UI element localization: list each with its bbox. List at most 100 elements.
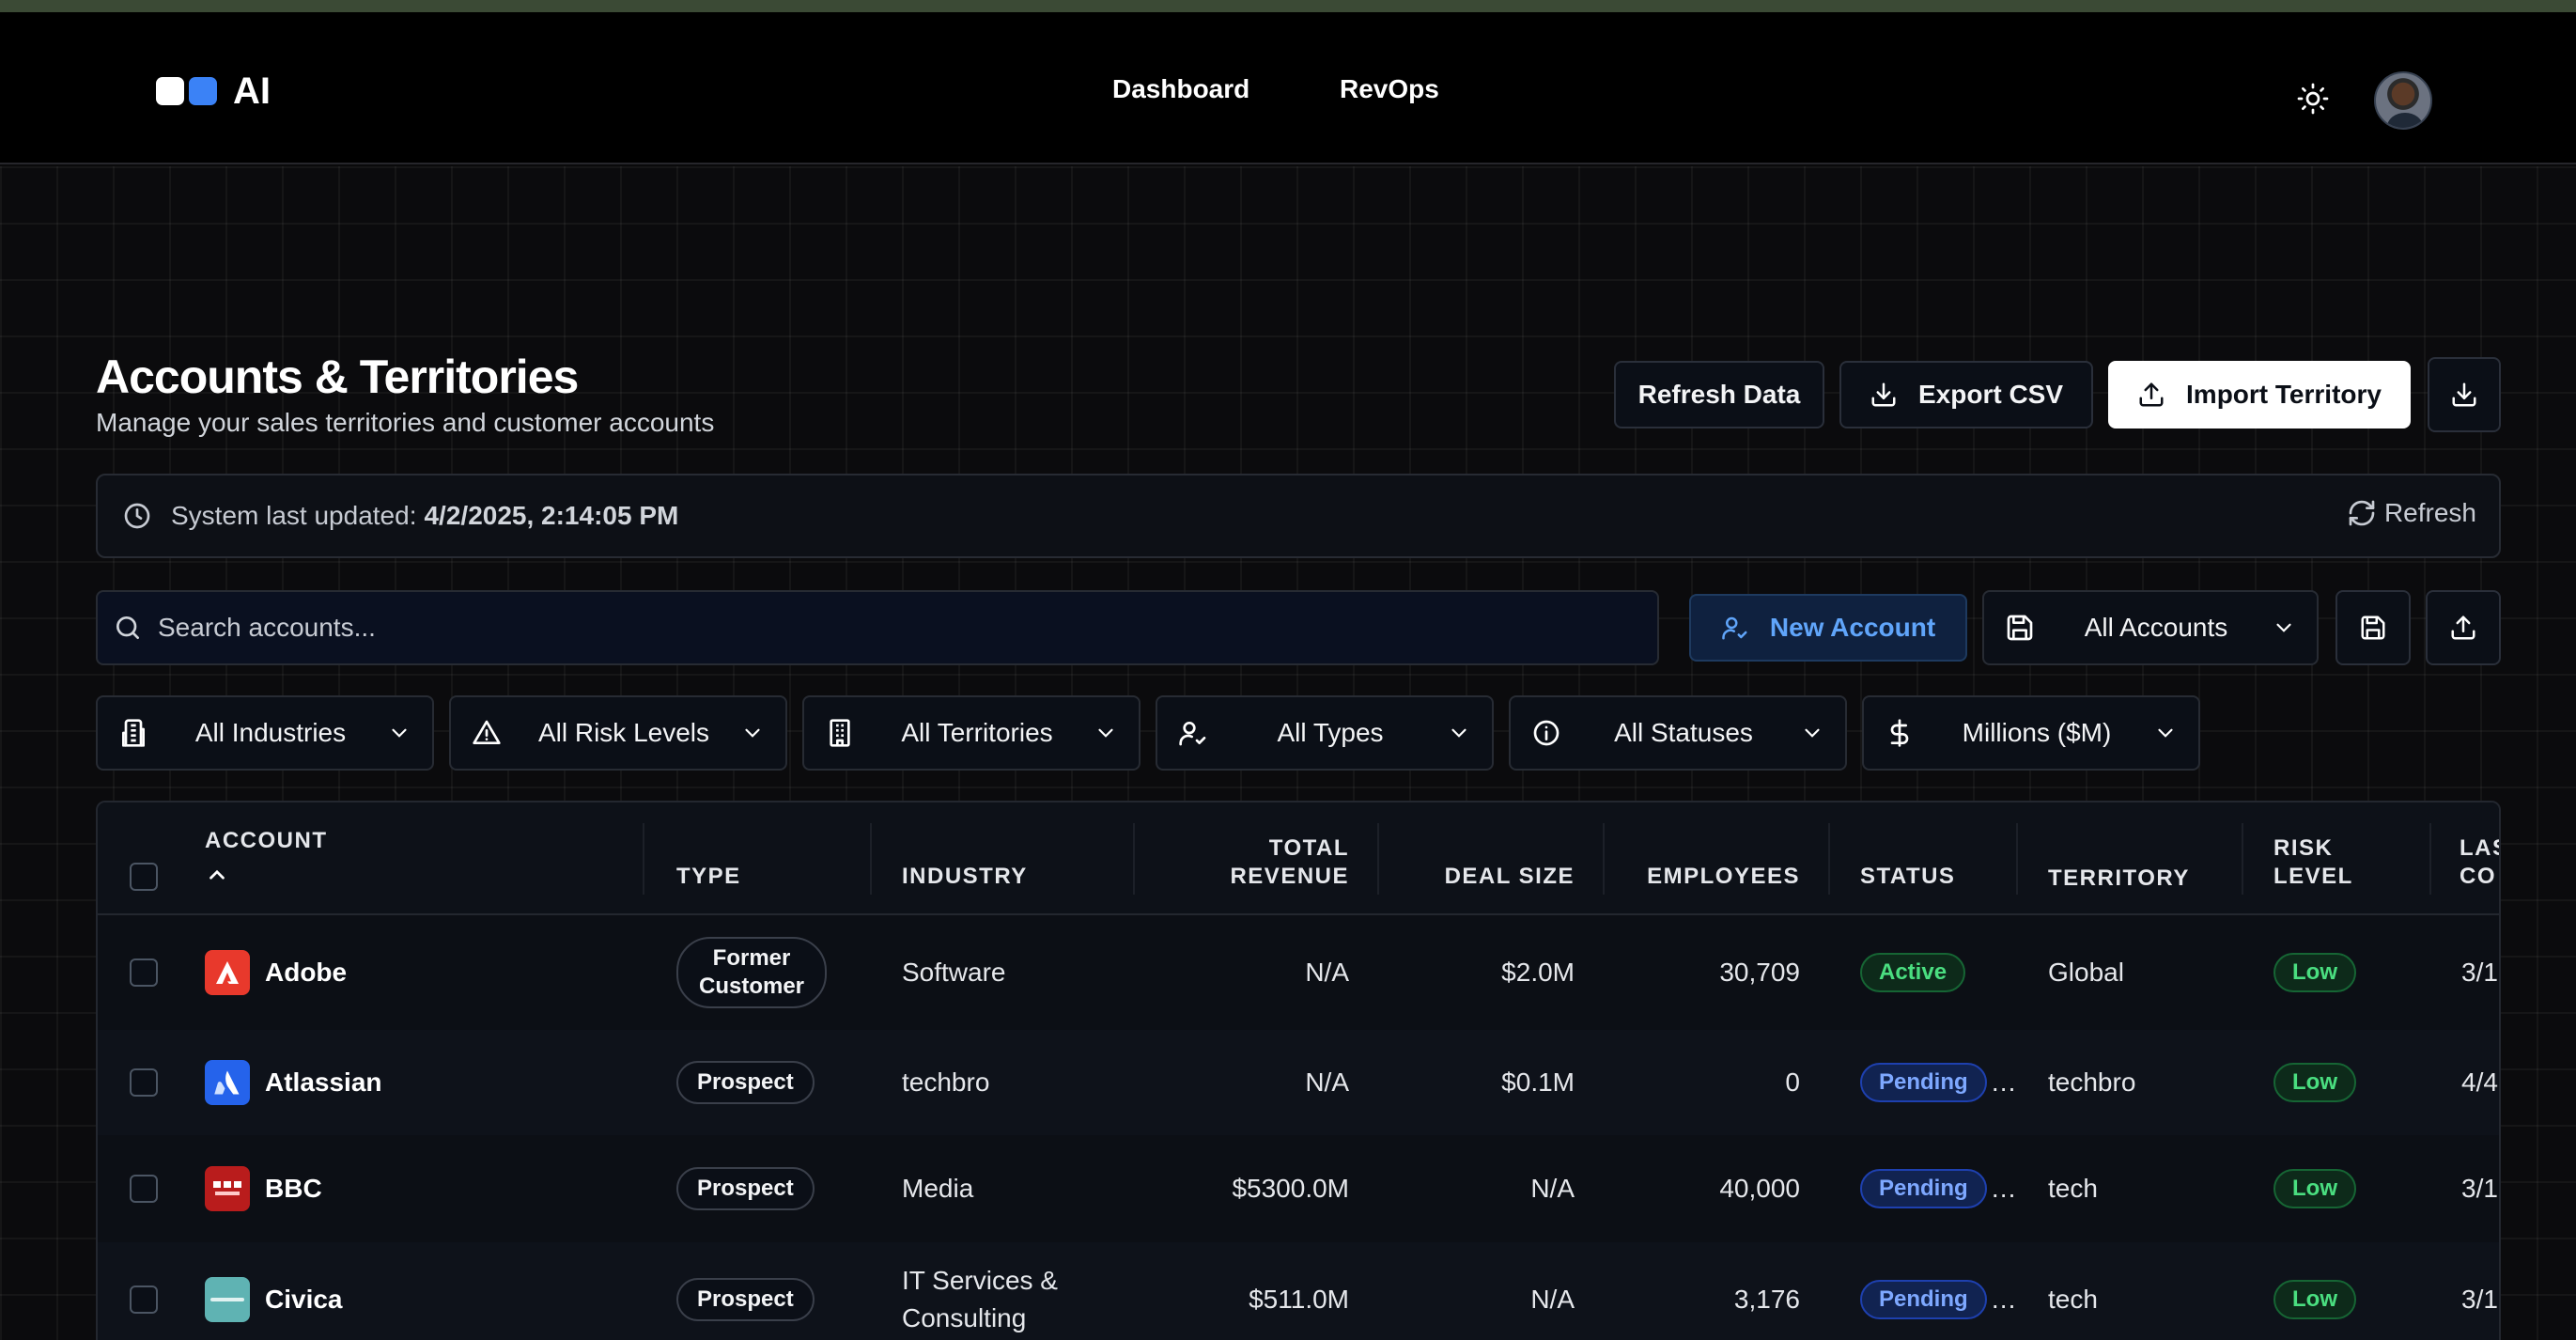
status-badge: Active [1860, 953, 1966, 992]
row-checkbox[interactable] [130, 958, 158, 987]
import-territory-button[interactable]: Import Territory [2108, 361, 2411, 428]
select-all-checkbox[interactable] [130, 863, 158, 891]
column-header-status[interactable]: STATUS [1860, 802, 2048, 915]
type-pill-line2: Customer [699, 974, 805, 999]
last-updated-timestamp: 4/2/2025, 2:14:05 PM [424, 501, 679, 530]
territory-cell: tech [2048, 1174, 2098, 1203]
risk-level-filter[interactable]: All Risk Levels [449, 695, 787, 771]
territory-cell: techbro [2048, 1067, 2136, 1097]
type-cell: Prospect [676, 1242, 815, 1340]
save-icon [2007, 615, 2033, 641]
status-badge: Pending [1860, 1063, 1987, 1102]
save-view-button[interactable] [2335, 590, 2411, 665]
revenue-cell: N/A [1305, 1067, 1349, 1097]
last-contact-cell: 4/4 [2461, 1067, 2498, 1097]
search-input[interactable] [158, 613, 1642, 643]
column-divider [1828, 823, 1830, 895]
account-cell: BBC [205, 1135, 322, 1242]
column-header-risk-level[interactable]: RISK LEVEL [2273, 802, 2405, 915]
column-header-total-revenue-line2: REVENUE [1230, 864, 1349, 889]
last-contact-cell: 3/1 [2461, 1174, 2498, 1203]
column-header-deal-size[interactable]: DEAL SIZE [1394, 802, 1575, 915]
bbc-logo-icon [205, 1166, 250, 1211]
currency-unit-filter[interactable]: Millions ($M) [1862, 695, 2200, 771]
chevron-down-icon [1451, 728, 1466, 738]
risk-cell: Low [2273, 1242, 2356, 1340]
industry-cell-line1: IT Services & [902, 1266, 1058, 1295]
chevron-down-icon [1098, 728, 1113, 738]
column-divider [2429, 823, 2431, 895]
nav-link-revops[interactable]: RevOps [1340, 74, 1439, 104]
app-logo[interactable]: AI [156, 72, 271, 110]
risk-badge: Low [2273, 1169, 2356, 1208]
type-cell: Prospect [676, 1030, 815, 1135]
employees-cell: 0 [1785, 1067, 1800, 1097]
deal-size-cell: N/A [1530, 1285, 1575, 1314]
last-contact-cell: 3/1 [2461, 958, 2498, 987]
accounts-table: ACCOUNT TYPE INDUSTRY TOTAL REVENUE DEAL… [96, 801, 2501, 1340]
top-navbar: AI Dashboard RevOps [0, 12, 2576, 164]
user-avatar[interactable] [2374, 71, 2432, 130]
export-csv-button[interactable]: Export CSV [1839, 361, 2093, 428]
table-row[interactable]: Atlassian Prospect techbro N/A $0.1M 0 P… [98, 1030, 2499, 1135]
column-header-industry[interactable]: INDUSTRY [902, 802, 1146, 915]
employees-cell: 3,176 [1733, 1285, 1800, 1314]
upload-view-button[interactable] [2426, 590, 2501, 665]
search-bar[interactable] [96, 590, 1659, 665]
column-header-account[interactable]: ACCOUNT [205, 802, 731, 915]
type-filter[interactable]: All Types [1156, 695, 1494, 771]
row-checkbox[interactable] [130, 1068, 158, 1097]
industry-filter[interactable]: All Industries [96, 695, 434, 771]
last-contact-cell: 3/1 [2461, 1285, 2498, 1314]
status-cell: Pending… [1860, 1242, 2017, 1340]
territory-cell: tech [2048, 1285, 2098, 1314]
status-badge: Pending [1860, 1280, 1987, 1319]
industry-cell: IT Services & Consulting [902, 1242, 1058, 1340]
column-divider [2016, 823, 2018, 895]
export-csv-label: Export CSV [1917, 380, 2064, 409]
column-header-territory[interactable]: TERRITORY [2048, 802, 2255, 915]
column-header-last-contact[interactable]: LAS CO [2460, 802, 2499, 915]
territory-filter[interactable]: All Territories [802, 695, 1141, 771]
column-header-employees[interactable]: EMPLOYEES [1610, 802, 1800, 915]
table-row[interactable]: Adobe Former Customer Software N/A $2.0M… [98, 915, 2499, 1030]
column-header-total-revenue[interactable]: TOTAL REVENUE [1141, 802, 1349, 915]
status-refresh-button[interactable]: Refresh [2347, 498, 2476, 528]
deal-size-cell: $0.1M [1501, 1067, 1575, 1097]
account-name[interactable]: Adobe [265, 958, 347, 988]
risk-cell: Low [2273, 1135, 2356, 1242]
deal-size-cell: $2.0M [1501, 958, 1575, 987]
theme-toggle-sun-icon[interactable] [2296, 82, 2330, 116]
sort-ascending-icon[interactable] [205, 863, 229, 887]
column-header-type[interactable]: TYPE [676, 802, 864, 915]
system-status-bar: System last updated: 4/2/2025, 2:14:05 P… [96, 474, 2501, 558]
logo-square-blue [189, 77, 217, 105]
import-territory-label: Import Territory [2186, 380, 2382, 409]
refresh-data-button[interactable]: Refresh Data [1614, 361, 1824, 428]
type-pill: Prospect [676, 1167, 815, 1210]
territory-cell: Global [2048, 958, 2124, 987]
status-filter[interactable]: All Statuses [1509, 695, 1847, 771]
account-name[interactable]: Atlassian [265, 1067, 382, 1098]
truncation-ellipsis: … [1990, 1174, 2017, 1203]
status-badge: Pending [1860, 1169, 1987, 1208]
truncation-ellipsis: … [1990, 1285, 2017, 1314]
table-row[interactable]: BBC Prospect Media $5300.0M N/A 40,000 P… [98, 1135, 2499, 1242]
table-row[interactable]: Civica Prospect IT Services & Consulting… [98, 1242, 2499, 1340]
chevron-down-icon [392, 728, 407, 738]
nav-link-dashboard[interactable]: Dashboard [1112, 74, 1249, 104]
account-name[interactable]: Civica [265, 1285, 343, 1315]
download-icon [1871, 382, 1896, 407]
industry-cell-line2: Consulting [902, 1303, 1027, 1332]
download-button[interactable] [2428, 357, 2501, 432]
refresh-icon [2349, 500, 2375, 526]
account-name[interactable]: BBC [265, 1174, 322, 1204]
chevron-down-icon [2276, 623, 2291, 632]
row-checkbox[interactable] [130, 1285, 158, 1314]
new-account-button[interactable]: New Account [1689, 594, 1967, 662]
chevron-down-icon [2158, 728, 2173, 738]
column-header-account-label: ACCOUNT [205, 828, 328, 853]
view-select-dropdown[interactable]: All Accounts [1982, 590, 2319, 665]
currency-unit-filter-label: Millions ($M) [1962, 718, 2112, 747]
row-checkbox[interactable] [130, 1175, 158, 1203]
